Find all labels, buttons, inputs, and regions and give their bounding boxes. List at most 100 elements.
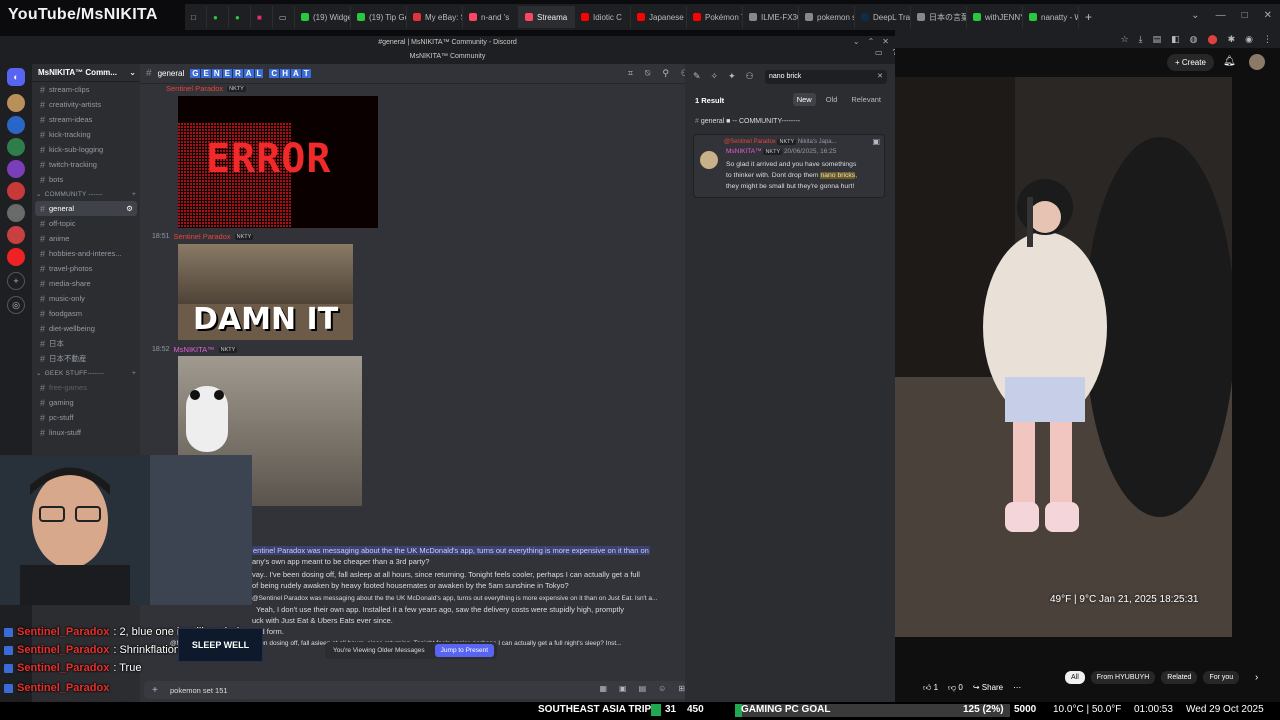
members-icon[interactable]: ⚇ xyxy=(746,71,754,82)
new-tab-button[interactable]: + xyxy=(1079,6,1098,28)
channel-item[interactable]: # kick-sub-logging xyxy=(32,142,140,157)
close-icon[interactable]: ✕ xyxy=(1264,10,1272,21)
error-gif[interactable]: ERROR xyxy=(178,96,378,228)
sticker-icon[interactable]: ▤ xyxy=(639,684,647,693)
create-button[interactable]: + Create xyxy=(1167,54,1214,71)
add-server-icon[interactable]: + xyxy=(7,272,25,290)
browser-tab[interactable]: My eBay: Se xyxy=(407,6,463,28)
message-author[interactable]: Sentinel Paradox xyxy=(166,84,223,93)
channel-item[interactable]: # 日本不動産 xyxy=(32,351,140,366)
sort-tab[interactable]: Old xyxy=(822,93,842,106)
bell-icon[interactable]: ✧ xyxy=(711,71,719,82)
browser-tab-icon-a[interactable]: □ xyxy=(185,6,207,28)
chevron-down-icon[interactable]: ⌄ xyxy=(853,37,860,46)
result-author[interactable]: MsNIKITA™ xyxy=(726,148,762,155)
damn-it-gif[interactable]: DAMN IT xyxy=(178,244,353,340)
channel-item[interactable]: # kick-tracking xyxy=(32,127,140,142)
category-geek-stuff[interactable]: ⌄ GEEK STUFF------- + xyxy=(32,366,140,380)
dislike-button[interactable]: 👎︎ 0 xyxy=(948,683,963,693)
result-channel[interactable]: # general ■ -- COMMUNITY-------- xyxy=(695,118,800,125)
browser-tab[interactable]: ILME-FX30 xyxy=(743,6,799,28)
sort-tab[interactable]: Relevant xyxy=(847,93,885,106)
gif-icon[interactable]: ▣ xyxy=(619,684,627,693)
pin-icon[interactable]: ✦ xyxy=(728,71,736,82)
filter-chip[interactable]: From HYUBUYH xyxy=(1090,671,1156,684)
channel-item[interactable]: # general ⚙ xyxy=(35,201,137,216)
sort-tab[interactable]: New xyxy=(792,93,816,106)
filter-chip[interactable]: Related xyxy=(1161,671,1198,684)
jump-to-present-button[interactable]: Jump to Present xyxy=(434,644,494,657)
menu-icon[interactable]: ⋮ xyxy=(1263,34,1272,45)
threads-icon[interactable]: ⌗ xyxy=(628,68,633,79)
extension-icon-1[interactable]: ▤ xyxy=(1153,34,1162,45)
add-channel-icon[interactable]: + xyxy=(132,191,140,198)
bell-icon[interactable]: 🔔︎ xyxy=(1223,56,1236,67)
pin-icon[interactable]: ⚲ xyxy=(662,68,669,79)
guild-icon-2[interactable] xyxy=(7,116,25,134)
extension-icon-5[interactable]: ✱ xyxy=(1228,34,1236,45)
apps-icon[interactable]: ⊞ xyxy=(678,684,685,693)
channel-item[interactable]: # twitch-tracking xyxy=(32,157,140,172)
browser-tab-icon-b[interactable]: ● xyxy=(207,6,229,28)
browser-tab-icon-e[interactable]: ▭ xyxy=(273,6,295,28)
browser-tab[interactable]: Idiotic C xyxy=(575,6,631,28)
channel-item[interactable]: # diet-wellbeing xyxy=(32,321,140,336)
search-result[interactable]: @Sentinel Paradox NKTY Nikita's Japa... … xyxy=(693,134,885,198)
extension-icon-2[interactable]: ◧ xyxy=(1171,34,1180,45)
close-icon[interactable]: ✕ xyxy=(877,70,883,84)
browser-tab[interactable]: Streama xyxy=(519,6,575,28)
message-author[interactable]: Sentinel Paradox xyxy=(174,232,231,241)
guild-icon-5[interactable] xyxy=(7,182,25,200)
jump-icon[interactable]: ▣ xyxy=(872,137,880,146)
browser-tab[interactable]: (19) Widge xyxy=(295,6,351,28)
browser-tab[interactable]: pokemon s xyxy=(799,6,855,28)
filter-chip[interactable]: All xyxy=(1065,671,1085,684)
browser-tab[interactable]: (19) Tip Go xyxy=(351,6,407,28)
channel-item[interactable]: # free-games xyxy=(32,380,140,395)
guild-icon-4[interactable] xyxy=(7,160,25,178)
channel-item[interactable]: # travel-photos xyxy=(32,261,140,276)
profile-icon[interactable]: ◉ xyxy=(1245,34,1253,45)
inbox-icon[interactable]: ▭ xyxy=(875,48,883,57)
chevron-right-icon[interactable]: › xyxy=(1255,672,1258,683)
guild-icon-1[interactable] xyxy=(7,94,25,112)
browser-tab[interactable]: DeepL Tran xyxy=(855,6,911,28)
channel-item[interactable]: # 日本 xyxy=(32,336,140,351)
share-button[interactable]: ↪ Share xyxy=(973,683,1003,693)
thread-icon[interactable]: ✎ xyxy=(693,71,701,82)
channel-item[interactable]: # gaming xyxy=(32,395,140,410)
settings-icon[interactable]: ⚙ xyxy=(126,204,137,213)
star-icon[interactable]: ☆ xyxy=(1121,34,1129,45)
video-frame[interactable] xyxy=(895,77,1232,637)
maximize-icon[interactable]: □ xyxy=(1242,10,1248,21)
discover-icon[interactable]: ◎ xyxy=(7,296,25,314)
channel-item[interactable]: # anime xyxy=(32,231,140,246)
download-icon[interactable]: ⤓ xyxy=(1139,34,1143,45)
browser-tab-icon-c[interactable]: ● xyxy=(229,6,251,28)
chevron-up-icon[interactable]: ⌃ xyxy=(868,37,875,46)
channel-item[interactable]: # music-only xyxy=(32,291,140,306)
extension-icon-4[interactable]: ⬤ xyxy=(1208,34,1218,45)
channel-item[interactable]: # stream-clips xyxy=(32,82,140,97)
category-community[interactable]: ⌄ COMMUNITY ------ + xyxy=(32,187,140,201)
like-button[interactable]: 👍︎ 1 xyxy=(923,683,938,693)
guild-icon-3[interactable] xyxy=(7,138,25,156)
browser-tab[interactable]: nanatty - W xyxy=(1023,6,1079,28)
channel-item[interactable]: # off-topic xyxy=(32,216,140,231)
channel-item[interactable]: # bots xyxy=(32,172,140,187)
notification-icon[interactable]: ⍉ xyxy=(645,68,650,79)
guild-icon-8[interactable] xyxy=(7,248,25,266)
channel-item[interactable]: # media-share xyxy=(32,276,140,291)
close-icon[interactable]: ✕ xyxy=(882,37,889,46)
channel-item[interactable]: # hobbies-and-interes... xyxy=(32,246,140,261)
guild-icon-6[interactable] xyxy=(7,204,25,222)
avatar[interactable] xyxy=(700,151,718,169)
browser-tab[interactable]: withJENNY xyxy=(967,6,1023,28)
gift-icon[interactable]: ▦ xyxy=(599,684,607,693)
browser-tab[interactable]: 日本の言葉 xyxy=(911,6,967,28)
guild-icon-7[interactable] xyxy=(7,226,25,244)
browser-tab[interactable]: n-and 's xyxy=(463,6,519,28)
emoji-icon[interactable]: ☺ xyxy=(658,684,666,693)
chevron-down-icon[interactable]: ⌄ xyxy=(1191,10,1199,21)
minimize-icon[interactable]: — xyxy=(1216,10,1226,21)
